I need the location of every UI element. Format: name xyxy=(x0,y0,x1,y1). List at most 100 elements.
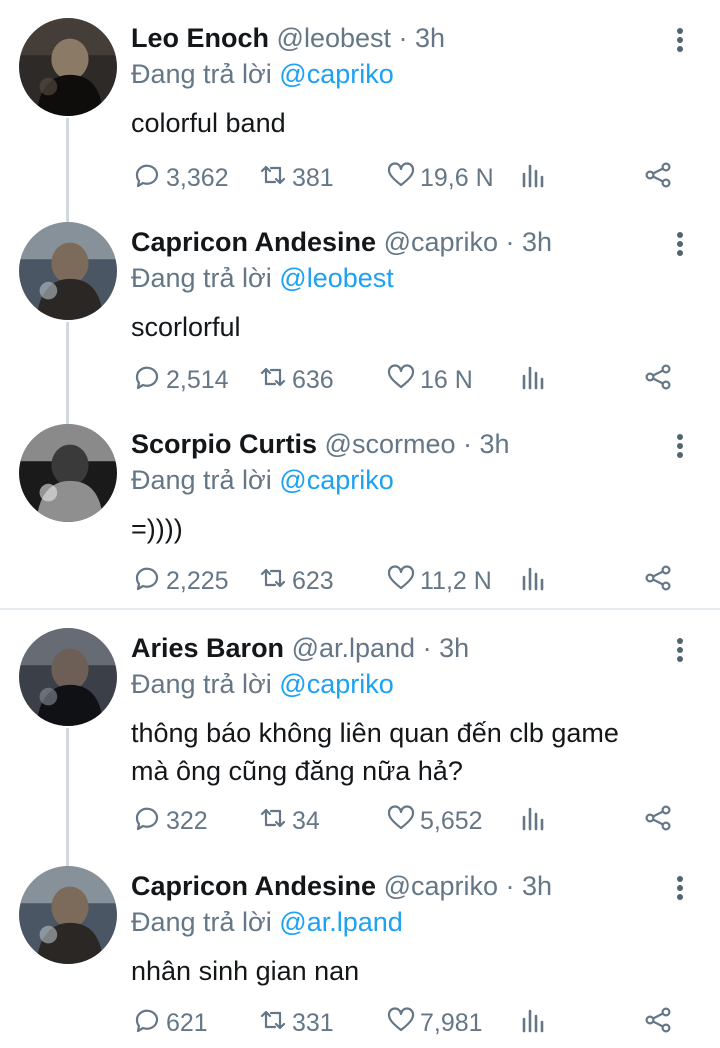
display-name[interactable]: Aries Baron xyxy=(131,633,284,663)
analytics-button[interactable] xyxy=(518,160,552,196)
analytics-button[interactable] xyxy=(518,563,552,599)
tweet-actions: 2,225 623 11,2 N xyxy=(0,563,720,599)
reply-count: 2,225 xyxy=(166,566,229,595)
tweet[interactable]: Leo Enoch @leobest · 3h Đang trả lời @cap… xyxy=(0,18,720,200)
share-button[interactable] xyxy=(643,362,677,398)
reply-count: 2,514 xyxy=(166,365,229,394)
mention-link[interactable]: @capriko xyxy=(279,59,393,89)
tweet-text: colorful band xyxy=(131,104,691,142)
share-icon xyxy=(643,563,677,600)
reply-button[interactable]: 2,514 xyxy=(132,362,229,398)
timestamp[interactable]: · 3h xyxy=(463,429,510,459)
like-button[interactable]: 16 N xyxy=(386,362,473,398)
user-handle[interactable]: @leobest xyxy=(277,23,391,53)
avatar[interactable] xyxy=(19,866,117,964)
analytics-button[interactable] xyxy=(518,362,552,398)
retweet-button[interactable]: 34 xyxy=(258,803,320,839)
avatar[interactable] xyxy=(19,222,117,320)
share-button[interactable] xyxy=(643,1005,677,1041)
avatar-image xyxy=(19,222,117,320)
tweet-actions: 322 34 5,652 xyxy=(0,803,720,839)
mention-link[interactable]: @capriko xyxy=(279,465,393,495)
avatar[interactable] xyxy=(19,628,117,726)
tweet[interactable]: Capricon Andesine @capriko · 3h Đang trả … xyxy=(0,866,720,1045)
tweet-actions: 2,514 636 16 N xyxy=(0,362,720,398)
tweet-text-line: thông báo không liên quan đến clb game xyxy=(131,718,619,748)
mention-link[interactable]: @leobest xyxy=(279,263,393,293)
tweet[interactable]: Capricon Andesine @capriko · 3h Đang trả … xyxy=(0,222,720,402)
thread-separator xyxy=(0,608,720,610)
tweet-text: nhân sinh gian nan xyxy=(131,952,691,990)
display-name[interactable]: Capricon Andesine xyxy=(131,871,376,901)
retweet-button[interactable]: 331 xyxy=(258,1005,334,1041)
reply-count: 322 xyxy=(166,806,208,835)
tweet-header: Aries Baron @ar.lpand · 3h xyxy=(131,628,469,668)
retweet-button[interactable]: 381 xyxy=(258,160,334,196)
mention-link[interactable]: @capriko xyxy=(279,669,393,699)
tweet-header: Leo Enoch @leobest · 3h xyxy=(131,18,445,58)
replying-to-label: Đang trả lời xyxy=(131,465,272,495)
replying-to-label: Đang trả lời xyxy=(131,263,272,293)
tweet-actions: 3,362 381 19,6 N xyxy=(0,160,720,196)
heart-icon xyxy=(386,1005,420,1042)
reply-count: 621 xyxy=(166,1008,208,1037)
like-button[interactable]: 5,652 xyxy=(386,803,483,839)
tweet-header: Capricon Andesine @capriko · 3h xyxy=(131,866,552,906)
more-options-icon[interactable] xyxy=(668,874,692,904)
display-name[interactable]: Scorpio Curtis xyxy=(131,429,317,459)
tweet[interactable]: Aries Baron @ar.lpand · 3h Đang trả lời @… xyxy=(0,628,720,843)
timestamp[interactable]: · 3h xyxy=(423,633,470,663)
reply-button[interactable]: 621 xyxy=(132,1005,208,1041)
user-handle[interactable]: @scormeo xyxy=(325,429,456,459)
comment-bubble-icon xyxy=(132,160,166,197)
like-count: 11,2 N xyxy=(420,566,492,595)
like-button[interactable]: 11,2 N xyxy=(386,563,492,599)
share-button[interactable] xyxy=(643,160,677,196)
heart-icon xyxy=(386,803,420,840)
avatar-image xyxy=(19,424,117,522)
avatar-image xyxy=(19,866,117,964)
analytics-button[interactable] xyxy=(518,1005,552,1041)
user-handle[interactable]: @capriko xyxy=(384,227,498,257)
tweet[interactable]: Scorpio Curtis @scormeo · 3h Đang trả lời… xyxy=(0,424,720,603)
heart-icon xyxy=(386,160,420,197)
reply-button[interactable]: 2,225 xyxy=(132,563,229,599)
retweet-button[interactable]: 623 xyxy=(258,563,334,599)
retweet-count: 331 xyxy=(292,1008,334,1037)
retweet-count: 636 xyxy=(292,365,334,394)
replying-to-label: Đang trả lời xyxy=(131,59,272,89)
tweet-header: Scorpio Curtis @scormeo · 3h xyxy=(131,424,510,464)
share-button[interactable] xyxy=(643,803,677,839)
mention-link[interactable]: @ar.lpand xyxy=(279,907,403,937)
display-name[interactable]: Capricon Andesine xyxy=(131,227,376,257)
analytics-button[interactable] xyxy=(518,803,552,839)
timestamp[interactable]: · 3h xyxy=(506,227,553,257)
like-count: 5,652 xyxy=(420,806,483,835)
bar-chart-icon xyxy=(518,160,552,197)
replying-to-label: Đang trả lời xyxy=(131,907,272,937)
replying-to-line: Đang trả lời @capriko xyxy=(131,666,394,702)
more-options-icon[interactable] xyxy=(668,636,692,666)
timestamp[interactable]: · 3h xyxy=(399,23,446,53)
like-button[interactable]: 19,6 N xyxy=(386,160,494,196)
avatar[interactable] xyxy=(19,424,117,522)
more-options-icon[interactable] xyxy=(668,432,692,462)
reply-button[interactable]: 3,362 xyxy=(132,160,229,196)
share-button[interactable] xyxy=(643,563,677,599)
reply-button[interactable]: 322 xyxy=(132,803,208,839)
user-handle[interactable]: @ar.lpand xyxy=(292,633,416,663)
replying-to-line: Đang trả lời @ar.lpand xyxy=(131,904,403,940)
user-handle[interactable]: @capriko xyxy=(384,871,498,901)
avatar[interactable] xyxy=(19,18,117,116)
tweet-text: scorlorful xyxy=(131,308,691,346)
retweet-button[interactable]: 636 xyxy=(258,362,334,398)
share-icon xyxy=(643,362,677,399)
tweet-actions: 621 331 7,981 xyxy=(0,1005,720,1041)
more-options-icon[interactable] xyxy=(668,26,692,56)
like-button[interactable]: 7,981 xyxy=(386,1005,483,1041)
timestamp[interactable]: · 3h xyxy=(506,871,553,901)
bar-chart-icon xyxy=(518,563,552,600)
avatar-image xyxy=(19,628,117,726)
display-name[interactable]: Leo Enoch xyxy=(131,23,269,53)
more-options-icon[interactable] xyxy=(668,230,692,260)
